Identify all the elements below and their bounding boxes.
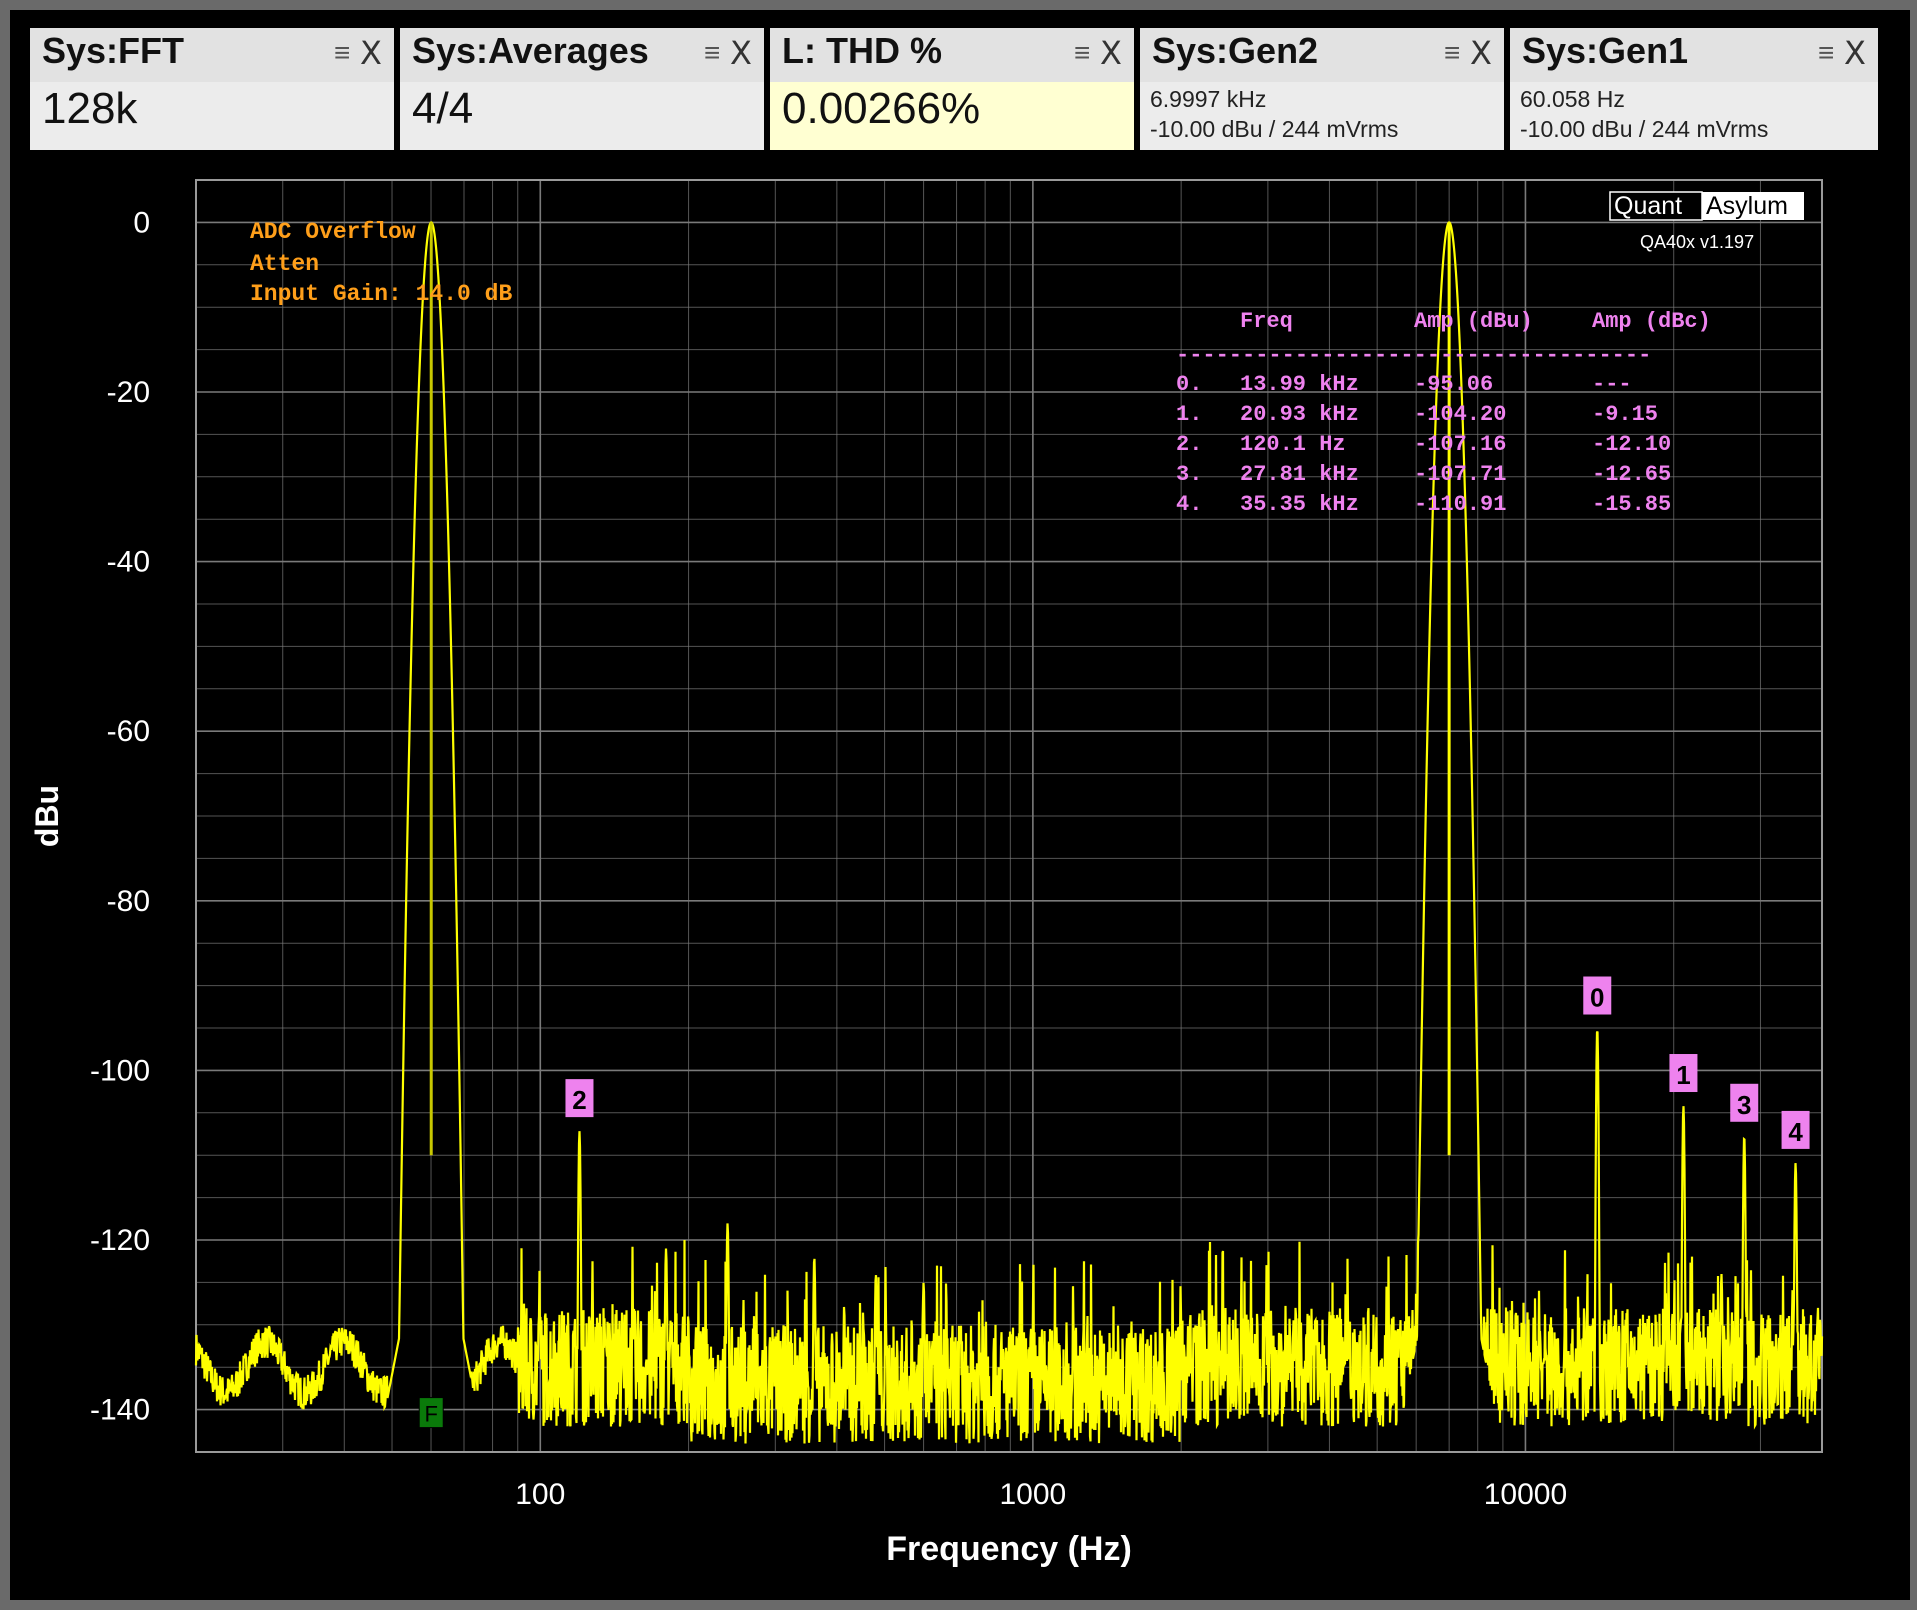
table-cell-dbc: -15.85: [1592, 492, 1671, 517]
adc-overflow-warning: ADC Overflow: [250, 219, 416, 245]
x-tick-label: 10000: [1484, 1478, 1567, 1511]
table-header-freq: Freq: [1240, 309, 1293, 334]
y-tick-label: -120: [90, 1224, 150, 1257]
y-tick-label: -60: [107, 715, 150, 748]
version-label: QA40x v1.197: [1640, 232, 1754, 252]
x-axis-label: Frequency (Hz): [886, 1530, 1132, 1568]
harmonic-marker-label: 2: [572, 1085, 586, 1115]
table-cell-dbu: -107.16: [1414, 432, 1506, 457]
table-cell-idx: 2.: [1176, 432, 1202, 457]
atten-warning: Atten: [250, 251, 319, 277]
logo-asylum-text: Asylum: [1706, 192, 1788, 220]
table-cell-freq: 27.81 kHz: [1240, 462, 1359, 487]
table-cell-freq: 20.93 kHz: [1240, 402, 1359, 427]
table-cell-idx: 4.: [1176, 492, 1202, 517]
y-tick-label: -40: [107, 546, 150, 579]
table-cell-dbc: -9.15: [1592, 402, 1658, 427]
table-cell-dbu: -95.06: [1414, 372, 1493, 397]
y-tick-label: -20: [107, 376, 150, 409]
harmonic-marker-label: 4: [1788, 1117, 1803, 1147]
table-cell-dbc: -12.65: [1592, 462, 1671, 487]
plot-grid: [195, 179, 1823, 1453]
table-cell-dbc: ---: [1592, 372, 1632, 397]
y-tick-label: -80: [107, 885, 150, 918]
logo-quant-text: Quant: [1614, 192, 1682, 220]
table-header-dbu: Amp (dBu): [1414, 309, 1533, 334]
input-gain-warning: Input Gain: 14.0 dB: [250, 281, 512, 307]
y-tick-label: -100: [90, 1054, 150, 1087]
y-tick-label: -140: [90, 1394, 150, 1427]
x-tick-label: 100: [515, 1478, 565, 1511]
table-cell-idx: 1.: [1176, 402, 1202, 427]
y-axis-label: dBu: [29, 785, 65, 847]
table-cell-dbu: -110.91: [1414, 492, 1506, 517]
y-tick-label: 0: [133, 206, 150, 239]
table-cell-freq: 13.99 kHz: [1240, 372, 1359, 397]
analyzer-panel: Sys:FFT ≡ X 128k Sys:Averages ≡ X 4/4 L:…: [10, 10, 1910, 1600]
table-cell-freq: 120.1 Hz: [1240, 432, 1346, 457]
fundamental-flag-label: F: [424, 1402, 437, 1427]
x-tick-label: 1000: [999, 1478, 1066, 1511]
harmonic-marker-label: 0: [1590, 983, 1604, 1013]
table-header-dbc: Amp (dBc): [1592, 309, 1711, 334]
table-cell-freq: 35.35 kHz: [1240, 492, 1359, 517]
table-separator: ------------------------------------: [1176, 343, 1651, 368]
table-cell-idx: 3.: [1176, 462, 1202, 487]
harmonic-marker-label: 3: [1737, 1090, 1751, 1120]
table-cell-dbu: -104.20: [1414, 402, 1506, 427]
table-cell-dbc: -12.10: [1592, 432, 1671, 457]
table-cell-dbu: -107.71: [1414, 462, 1506, 487]
table-cell-idx: 0.: [1176, 372, 1202, 397]
fft-spectrum-plot[interactable]: 0 1 2 3 4 F 0 -20 -40 -60 -80 -100 -120 -140 100 1000 1…: [10, 10, 1910, 1600]
harmonic-marker-label: 1: [1676, 1060, 1690, 1090]
